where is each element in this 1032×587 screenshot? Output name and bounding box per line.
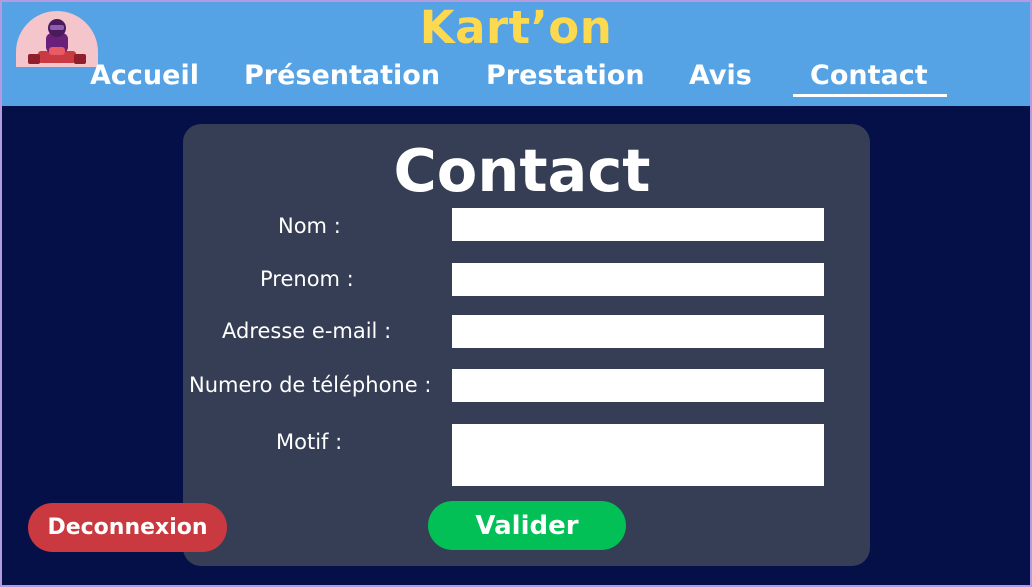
- prenom-field[interactable]: [452, 263, 824, 296]
- email-field[interactable]: [452, 315, 824, 348]
- nav-avis[interactable]: Avis: [689, 60, 752, 91]
- valider-button[interactable]: Valider: [428, 501, 626, 550]
- nom-field[interactable]: [452, 208, 824, 241]
- nav-prestation[interactable]: Prestation: [486, 60, 645, 91]
- nav-accueil[interactable]: Accueil: [90, 60, 199, 91]
- label-nom: Nom :: [278, 214, 341, 238]
- motif-field[interactable]: [452, 424, 824, 486]
- nav-contact[interactable]: Contact: [810, 60, 928, 91]
- deconnexion-button[interactable]: Deconnexion: [28, 503, 227, 552]
- nav-active-underline: [793, 94, 947, 97]
- top-header: Kart’on Accueil Présentation Prestation …: [2, 1, 1030, 106]
- label-email: Adresse e-mail :: [222, 319, 392, 343]
- label-telephone: Numero de téléphone :: [189, 373, 432, 397]
- label-motif: Motif :: [276, 430, 343, 454]
- brand-title: Kart’on: [419, 1, 613, 54]
- form-title: Contact: [393, 136, 651, 205]
- label-prenom: Prenom :: [260, 267, 354, 291]
- telephone-field[interactable]: [452, 369, 824, 402]
- nav-presentation[interactable]: Présentation: [244, 60, 440, 91]
